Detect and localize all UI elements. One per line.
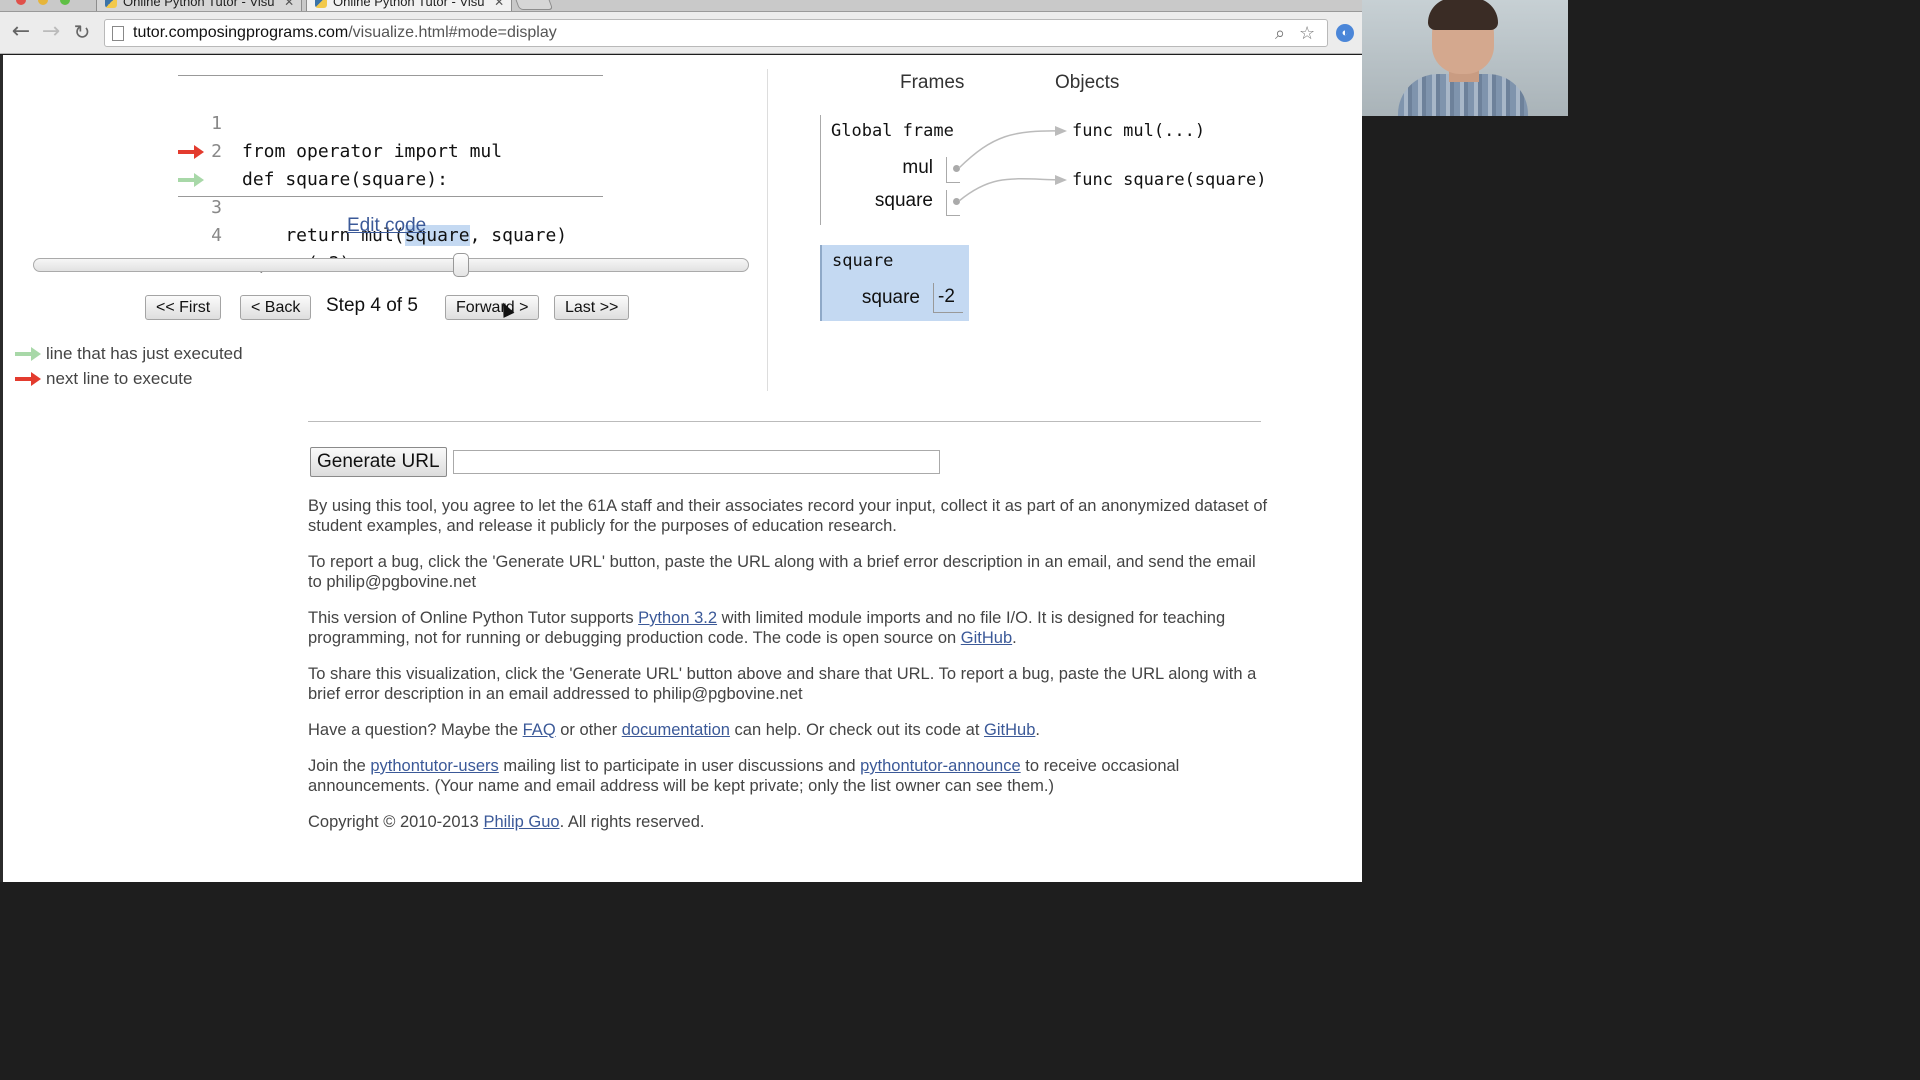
- reload-icon[interactable]: ↻: [69, 20, 95, 46]
- square-frame-label: square: [832, 251, 894, 271]
- python-favicon-icon: [105, 0, 117, 8]
- url-text: tutor.composingprograms.com/visualize.ht…: [133, 24, 557, 42]
- python-favicon-icon: [315, 0, 327, 8]
- pointer-arrow-mul: [958, 130, 1064, 169]
- arrowhead: [1055, 126, 1067, 136]
- section-divider: [308, 421, 1261, 422]
- legend-next-label: next line to execute: [46, 369, 193, 388]
- tab-strip: Online Python Tutor - Visu ✕ Online Pyth…: [0, 0, 1362, 12]
- browser-toolbar: ← → ↻ tutor.composingprograms.com/visual…: [0, 12, 1362, 54]
- info-paragraph-bug-report: To report a bug, click the 'Generate URL…: [308, 553, 1256, 591]
- arrowhead: [1055, 175, 1067, 185]
- page-icon: [112, 26, 124, 41]
- info-paragraph-mailing-list: Join the pythontutor-users mailing list …: [308, 757, 1180, 795]
- presenter-hair: [1428, 0, 1498, 30]
- documentation-link[interactable]: documentation: [622, 721, 730, 739]
- generated-url-field[interactable]: [453, 450, 940, 474]
- generate-url-button[interactable]: Generate URL: [310, 447, 447, 477]
- legend-next: next line to execute: [15, 369, 315, 389]
- close-tab-icon[interactable]: ✕: [494, 0, 504, 9]
- url-host: tutor.composingprograms.com: [133, 24, 349, 41]
- info-paragraph-version: This version of Online Python Tutor supp…: [308, 609, 1226, 647]
- philip-guo-link[interactable]: Philip Guo: [483, 813, 559, 831]
- zoom-icon[interactable]: ⌕: [1275, 23, 1285, 44]
- github-code-link[interactable]: GitHub: [984, 721, 1035, 739]
- pointer-arrows: [958, 126, 1067, 202]
- window-minimize-button[interactable]: [38, 0, 48, 5]
- info-paragraph-share: To share this visualization, click the '…: [308, 665, 1257, 703]
- square-frame: square square -2: [820, 245, 969, 321]
- url-path: /visualize.html#mode=display: [348, 24, 557, 41]
- object-func-mul: func mul(...): [1072, 121, 1206, 141]
- new-tab-button[interactable]: [512, 0, 554, 10]
- pythontutor-users-link[interactable]: pythontutor-users: [370, 757, 498, 775]
- pointer-arrow-square: [958, 178, 1064, 202]
- var-square-local: square: [861, 287, 920, 308]
- window-close-button[interactable]: [16, 0, 26, 5]
- value-cell: -2: [933, 283, 963, 313]
- back-arrow-icon[interactable]: ←: [8, 20, 34, 46]
- github-link[interactable]: GitHub: [961, 629, 1012, 647]
- bookmark-star-icon[interactable]: ☆: [1299, 23, 1315, 44]
- tab-title: Online Python Tutor - Visu: [123, 0, 275, 9]
- object-func-square: func square(square): [1072, 170, 1267, 190]
- info-paragraph-question: Have a question? Maybe the FAQ or other …: [308, 721, 1040, 739]
- python-version-link[interactable]: Python 3.2: [638, 609, 717, 627]
- faq-link[interactable]: FAQ: [523, 721, 556, 739]
- window-zoom-button[interactable]: [60, 0, 70, 5]
- info-text: By using this tool, you agree to let the…: [308, 496, 1268, 848]
- tab-online-python-tutor-2[interactable]: Online Python Tutor - Visu ✕: [306, 0, 512, 11]
- webcam-overlay: [1362, 0, 1568, 116]
- info-paragraph-consent: By using this tool, you agree to let the…: [308, 497, 1268, 535]
- close-tab-icon[interactable]: ✕: [284, 0, 294, 9]
- extension-icon[interactable]: ◐: [1336, 24, 1354, 42]
- tab-title: Online Python Tutor - Visu: [333, 0, 485, 9]
- tab-online-python-tutor-1[interactable]: Online Python Tutor - Visu ✕: [96, 0, 302, 11]
- address-bar[interactable]: tutor.composingprograms.com/visualize.ht…: [104, 19, 1328, 47]
- forward-arrow-icon[interactable]: →: [38, 20, 64, 46]
- page-content: 1 from operator import mul 2 def square(…: [3, 55, 1362, 882]
- info-paragraph-copyright: Copyright © 2010-2013 Philip Guo. All ri…: [308, 813, 705, 831]
- pythontutor-announce-link[interactable]: pythontutor-announce: [860, 757, 1021, 775]
- next-line-arrow-icon: [15, 372, 41, 386]
